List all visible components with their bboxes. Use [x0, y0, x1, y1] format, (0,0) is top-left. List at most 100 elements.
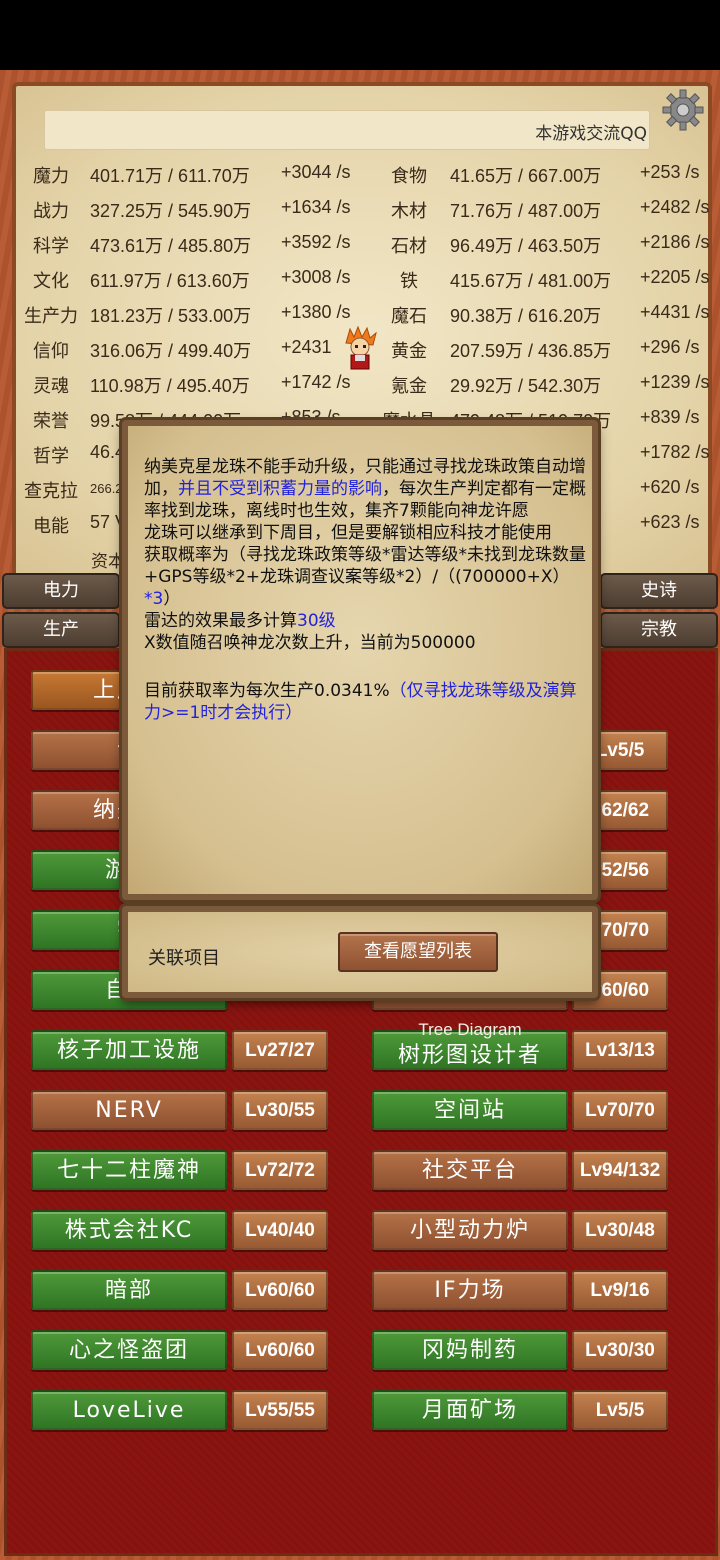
character-avatar-icon[interactable]	[340, 325, 380, 375]
building-level: Lv70/70	[572, 1090, 668, 1130]
resource-value: 90.38万 / 616.20万	[450, 306, 602, 326]
resource-value: 207.59万 / 436.85万	[450, 341, 612, 361]
resource-rate: +839 /s	[640, 407, 700, 427]
resource-name: 黄金	[391, 341, 427, 362]
resource-rate: +1634 /s	[281, 197, 351, 217]
settings-gear-icon[interactable]	[661, 88, 705, 132]
resource-row: 魔力 401.71万 / 611.70万 +3044 /s 食物 41.65万 / 66…	[0, 158, 720, 188]
resource-rate: +1742 /s	[281, 372, 351, 392]
popup-description: 纳美克星龙珠不能手动升级，只能通过寻找龙珠政策自动增加，并且不受到积蓄力量的影响…	[144, 456, 592, 724]
building-level: Lv27/27	[232, 1030, 328, 1070]
popup-text: 雷达的效果最多计算	[144, 611, 297, 631]
resource-name: 石材	[391, 236, 427, 257]
resource-value: 29.92万 / 542.30万	[450, 376, 602, 396]
popup-highlight: 30级	[297, 611, 336, 631]
resource-rate: +3008 /s	[281, 267, 351, 287]
popup-text: ）	[163, 589, 181, 609]
announcement-banner: 本游戏交流QQ	[44, 110, 650, 150]
building-button[interactable]: 株式会社KC	[31, 1210, 227, 1250]
building-level: Lv55/55	[232, 1390, 328, 1430]
resource-name: 木材	[391, 201, 427, 222]
resource-rate: +620 /s	[640, 477, 700, 497]
tab-religion[interactable]: 宗教	[600, 612, 718, 648]
building-button[interactable]: 月面矿场	[372, 1390, 568, 1430]
resource-name: 电能	[33, 516, 69, 537]
announcement-text: 本游戏交流QQ	[535, 124, 647, 144]
building-button[interactable]: 心之怪盗团	[31, 1330, 227, 1370]
resource-value: 316.06万 / 499.40万	[90, 341, 252, 361]
building-button[interactable]: 七十二柱魔神	[31, 1150, 227, 1190]
resource-rate: +1380 /s	[281, 302, 351, 322]
building-level: Lv60/60	[232, 1270, 328, 1310]
resource-value: 266.2	[90, 481, 123, 496]
popup-para-1: 纳美克星龙珠不能手动升级，只能通过寻找龙珠政策自动增加，并且不受到积蓄力量的影响…	[144, 456, 592, 522]
building-subtitle: Tree Diagram	[418, 1020, 522, 1039]
building-level: Lv30/55	[232, 1090, 328, 1130]
resource-name: 魔石	[391, 306, 427, 327]
resource-value: 327.25万 / 545.90万	[90, 201, 252, 221]
resource-rate: +4431 /s	[640, 302, 710, 322]
resource-value: 46.4	[90, 442, 126, 462]
resource-name: 氪金	[391, 376, 427, 397]
resource-row: 战力 327.25万 / 545.90万 +1634 /s 木材 71.76万 / 48…	[0, 193, 720, 223]
building-button[interactable]: 空间站	[372, 1090, 568, 1130]
building-button[interactable]: 核子加工设施	[31, 1030, 227, 1070]
popup-para-3: 获取概率为（寻找龙珠政策等级*雷达等级*未找到龙珠数量+GPS等级*2+龙珠调查…	[144, 544, 592, 610]
popup-spacer	[144, 654, 592, 680]
building-button[interactable]: 暗部	[31, 1270, 227, 1310]
resource-name: 荣誉	[33, 411, 69, 432]
view-wish-list-button[interactable]: 查看愿望列表	[338, 932, 498, 972]
building-button[interactable]: LoveLive	[31, 1390, 227, 1430]
resource-value: 110.98万 / 495.40万	[90, 376, 250, 396]
resource-value: 71.76万 / 487.00万	[450, 201, 602, 221]
dragonball-info-popup: 纳美克星龙珠不能手动升级，只能通过寻找龙珠政策自动增加，并且不受到积蓄力量的影响…	[122, 420, 598, 900]
resource-value: 611.97万 / 613.60万	[90, 271, 250, 291]
resource-value: 415.67万 / 481.00万	[450, 271, 612, 291]
resource-row: 生产力 181.23万 / 533.00万 +1380 /s 魔石 90.38万 / 6…	[0, 298, 720, 328]
building-level: Lv5/5	[572, 1390, 668, 1430]
resource-rate: +253 /s	[640, 162, 700, 182]
building-button[interactable]: 冈妈制药	[372, 1330, 568, 1370]
resource-rate: +296 /s	[640, 337, 700, 357]
building-level: Lv60/60	[232, 1330, 328, 1370]
related-items-label: 关联项目	[148, 948, 220, 969]
resource-rate: +1782 /s	[640, 442, 710, 462]
tab-electric[interactable]: 电力	[2, 573, 120, 609]
resource-name: 科学	[33, 236, 69, 257]
resource-name: 魔力	[33, 166, 69, 187]
resource-value: 473.61万 / 485.80万	[90, 236, 252, 256]
resource-rate: +2205 /s	[640, 267, 710, 287]
resource-name: 哲学	[33, 446, 69, 467]
capital-label: 资本	[91, 552, 125, 572]
resource-name: 文化	[33, 271, 69, 292]
related-items-panel: 关联项目 查看愿望列表	[122, 906, 598, 998]
tab-production[interactable]: 生产	[2, 612, 120, 648]
popup-text: 目前获取率为每次生产0.0341%	[144, 681, 390, 701]
resource-name: 食物	[391, 166, 427, 187]
building-level: Lv40/40	[232, 1210, 328, 1250]
building-level: Lv9/16	[572, 1270, 668, 1310]
tab-epic[interactable]: 史诗	[600, 573, 718, 609]
building-button[interactable]: NERV	[31, 1090, 227, 1130]
resource-row: 文化 611.97万 / 613.60万 +3008 /s 铁 415.67万 / 48…	[0, 263, 720, 293]
building-button[interactable]: IF力场	[372, 1270, 568, 1310]
resource-rate: +2431	[281, 337, 332, 357]
popup-para-4: 雷达的效果最多计算30级	[144, 610, 592, 632]
resource-name: 查克拉	[24, 481, 78, 502]
building-button[interactable]: 小型动力炉	[372, 1210, 568, 1250]
popup-highlight: *3	[144, 589, 164, 609]
popup-highlight: 并且不受到积蓄力量的影响	[178, 479, 382, 499]
resource-value: 41.65万 / 667.00万	[450, 166, 602, 186]
resource-rate: +623 /s	[640, 512, 700, 532]
resource-value: 181.23万 / 533.00万	[90, 306, 252, 326]
resource-name: 信仰	[33, 341, 69, 362]
building-level: Lv30/48	[572, 1210, 668, 1250]
resource-name: 生产力	[24, 306, 78, 327]
resource-name: 灵魂	[33, 376, 69, 397]
building-level: Lv72/72	[232, 1150, 328, 1190]
building-button[interactable]: 社交平台	[372, 1150, 568, 1190]
resource-rate: +1239 /s	[640, 372, 710, 392]
resource-rate: +3044 /s	[281, 162, 351, 182]
status-bar-area	[0, 0, 720, 70]
popup-para-5: X数值随召唤神龙次数上升，当前为500000	[144, 633, 476, 653]
